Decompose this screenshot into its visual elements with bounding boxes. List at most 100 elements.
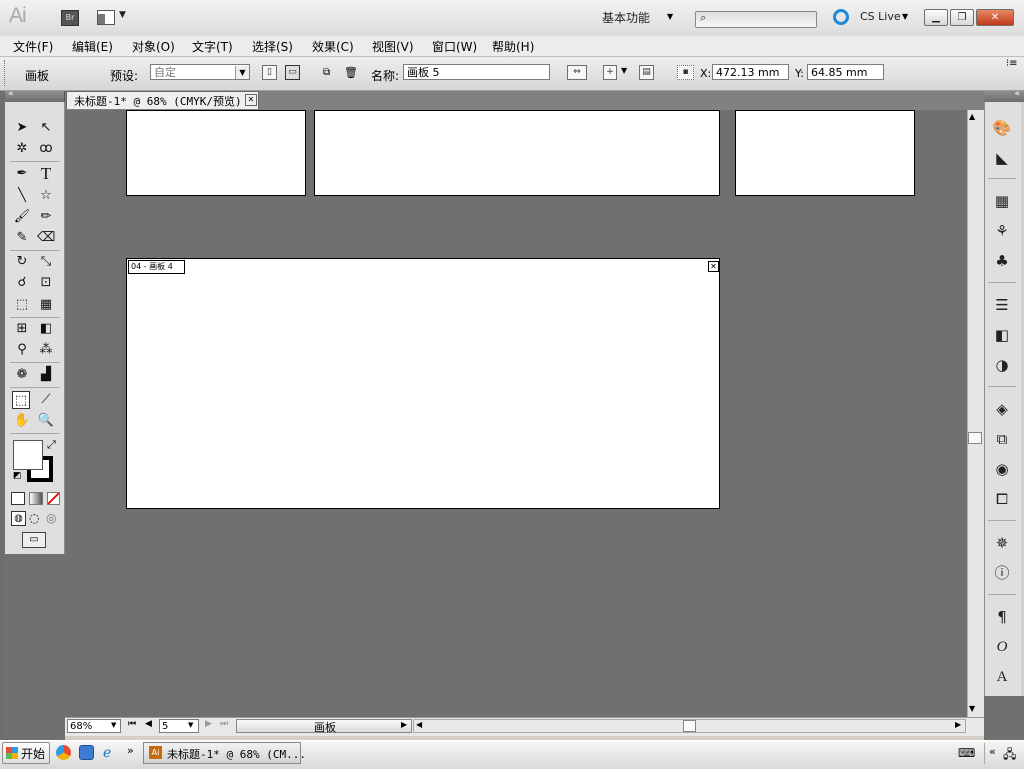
screen-mode-icon[interactable]: ▭ <box>22 532 46 548</box>
menu-view[interactable]: 视图(V) <box>372 38 414 55</box>
hand-tool-icon[interactable]: ✋ <box>13 412 31 430</box>
zoom-tool-icon[interactable]: 🔍 <box>37 412 55 430</box>
y-position-input[interactable]: 64.85 mm <box>807 64 884 80</box>
appearance-icon[interactable]: ◉ <box>991 458 1013 480</box>
artboard-options-icon[interactable]: ▤ <box>639 65 654 80</box>
line-tool-icon[interactable]: ╲ <box>13 187 31 205</box>
menu-effect[interactable]: 效果(C) <box>312 38 354 55</box>
x-position-input[interactable]: 472.13 mm <box>712 64 789 80</box>
minimize-button[interactable]: ▁ <box>924 9 948 26</box>
draw-normal-icon[interactable]: ◍ <box>11 511 26 526</box>
close-icon[interactable]: ✕ <box>245 94 257 106</box>
chevron-down-icon[interactable]: ▼ <box>667 12 673 21</box>
menu-help[interactable]: 帮助(H) <box>492 38 534 55</box>
draw-behind-icon[interactable]: ◌ <box>29 511 39 525</box>
more-shortcuts-icon[interactable]: » <box>127 744 134 757</box>
blend-tool-icon[interactable]: ⁂ <box>37 341 55 359</box>
symbols-icon[interactable]: ♣ <box>991 250 1013 272</box>
character-icon[interactable]: A <box>991 666 1013 688</box>
vertical-scrollbar[interactable] <box>967 110 984 717</box>
swap-fill-stroke-icon[interactable]: ⤢ <box>47 438 56 452</box>
magic-wand-icon[interactable]: ✲ <box>13 140 31 158</box>
artboard-2[interactable] <box>314 110 720 196</box>
chevron-down-icon[interactable]: ▼ <box>621 66 627 75</box>
restore-button[interactable]: ❐ <box>950 9 974 26</box>
rotate-tool-icon[interactable]: ↻ <box>13 253 31 271</box>
artboard-tool-icon[interactable]: ⬚ <box>12 391 30 409</box>
perspective-grid-icon[interactable]: ▦ <box>37 296 55 314</box>
default-colors-icon[interactable]: ◩ <box>13 471 22 481</box>
slice-tool-icon[interactable]: ⟋ <box>37 391 55 409</box>
delete-artboard-icon[interactable]: 🗑 <box>344 66 358 79</box>
cs-live-menu[interactable]: CS Live <box>860 10 901 23</box>
artboard-4[interactable] <box>126 258 720 509</box>
gradient-tool-icon[interactable]: ◧ <box>37 320 55 338</box>
scale-tool-icon[interactable]: ⤡ <box>37 253 55 271</box>
type-tool-icon[interactable]: T <box>37 165 55 183</box>
panel-menu-icon[interactable]: ⁝≡ <box>1006 58 1018 69</box>
artboard-name-input[interactable]: 画板 5 <box>403 64 550 80</box>
reference-point-icon[interactable]: ▪ <box>677 65 694 80</box>
network-icon[interactable]: 🖧 <box>1003 745 1016 766</box>
internet-explorer-icon[interactable]: ℯ <box>103 745 111 761</box>
color-panel-icon[interactable]: 🎨 <box>991 117 1013 139</box>
pen-tool-icon[interactable]: ✒ <box>13 165 31 183</box>
dock-header[interactable]: « <box>984 89 1024 102</box>
brushes-icon[interactable]: ⚘ <box>991 220 1013 242</box>
chevron-down-icon[interactable]: ▼ <box>235 66 249 79</box>
show-center-mark-icon[interactable]: + <box>603 65 617 80</box>
workspace-switcher[interactable]: 基本功能 <box>602 9 650 26</box>
chevron-down-icon[interactable]: ▼ <box>111 721 116 729</box>
pencil-tool-icon[interactable]: ✏ <box>37 208 55 226</box>
lasso-tool-icon[interactable]: ꝏ <box>37 140 55 158</box>
chrome-icon[interactable] <box>56 745 71 760</box>
menu-file[interactable]: 文件(F) <box>13 38 53 55</box>
landscape-icon[interactable]: ▭ <box>285 65 300 80</box>
blob-brush-icon[interactable]: ✎ <box>13 229 31 247</box>
bridge-button[interactable]: Br <box>61 10 79 26</box>
scroll-down-icon[interactable]: ▼ <box>969 704 975 713</box>
swatches-icon[interactable]: ▦ <box>991 190 1013 212</box>
color-mode-icon[interactable] <box>11 492 25 505</box>
grip-handle[interactable] <box>4 60 8 86</box>
direct-selection-tool-icon[interactable]: ↖ <box>37 119 55 137</box>
chevron-down-icon[interactable]: ▼ <box>119 10 126 20</box>
horizontal-scroll-thumb[interactable] <box>683 720 696 732</box>
menu-type[interactable]: 文字(T) <box>192 38 233 55</box>
paragraph-icon[interactable]: ¶ <box>991 606 1013 628</box>
paintbrush-tool-icon[interactable]: 🖌 <box>13 208 31 226</box>
chevron-down-icon[interactable]: ▼ <box>188 721 193 729</box>
artboard-1[interactable] <box>126 110 306 196</box>
move-copy-artwork-icon[interactable]: ⇔ <box>567 65 587 80</box>
free-transform-icon[interactable]: ⊡ <box>37 274 55 292</box>
transparency-icon[interactable]: ◑ <box>991 354 1013 376</box>
graphic-styles-icon[interactable]: ⧠ <box>991 488 1013 510</box>
draw-inside-icon[interactable]: ◎ <box>46 511 56 525</box>
next-artboard-icon[interactable]: ▶ <box>205 719 212 729</box>
stroke-panel-icon[interactable]: ☰ <box>991 294 1013 316</box>
vertical-scroll-thumb[interactable] <box>968 432 982 444</box>
scroll-left-icon[interactable]: ◀ <box>416 720 422 729</box>
mesh-tool-icon[interactable]: ⊞ <box>13 320 31 338</box>
column-graph-icon[interactable]: ▟ <box>37 366 55 384</box>
arrange-documents-icon[interactable] <box>97 10 115 25</box>
opentype-icon[interactable]: O <box>991 636 1013 658</box>
last-artboard-icon[interactable]: ⏭ <box>220 719 228 729</box>
help-search-input[interactable] <box>695 11 817 28</box>
previous-artboard-icon[interactable]: ◀ <box>145 719 152 729</box>
status-menu-arrow-icon[interactable]: ▶ <box>401 720 407 729</box>
explorer-icon[interactable] <box>79 745 94 760</box>
menu-object[interactable]: 对象(O) <box>132 38 175 55</box>
menu-window[interactable]: 窗口(W) <box>432 38 477 55</box>
menu-edit[interactable]: 编辑(E) <box>72 38 113 55</box>
navigator-icon[interactable]: ✵ <box>991 532 1013 554</box>
artboard-3[interactable] <box>735 110 915 196</box>
color-guide-icon[interactable]: ◣ <box>991 147 1013 169</box>
selection-tool-icon[interactable]: ➤ <box>13 119 31 137</box>
symbol-sprayer-icon[interactable]: ❁ <box>13 366 31 384</box>
collapse-icon[interactable]: « <box>8 89 14 99</box>
close-button[interactable]: ✕ <box>976 9 1014 26</box>
fill-color-swatch[interactable] <box>13 440 43 470</box>
menu-select[interactable]: 选择(S) <box>252 38 293 55</box>
cs-live-icon[interactable] <box>833 9 849 25</box>
